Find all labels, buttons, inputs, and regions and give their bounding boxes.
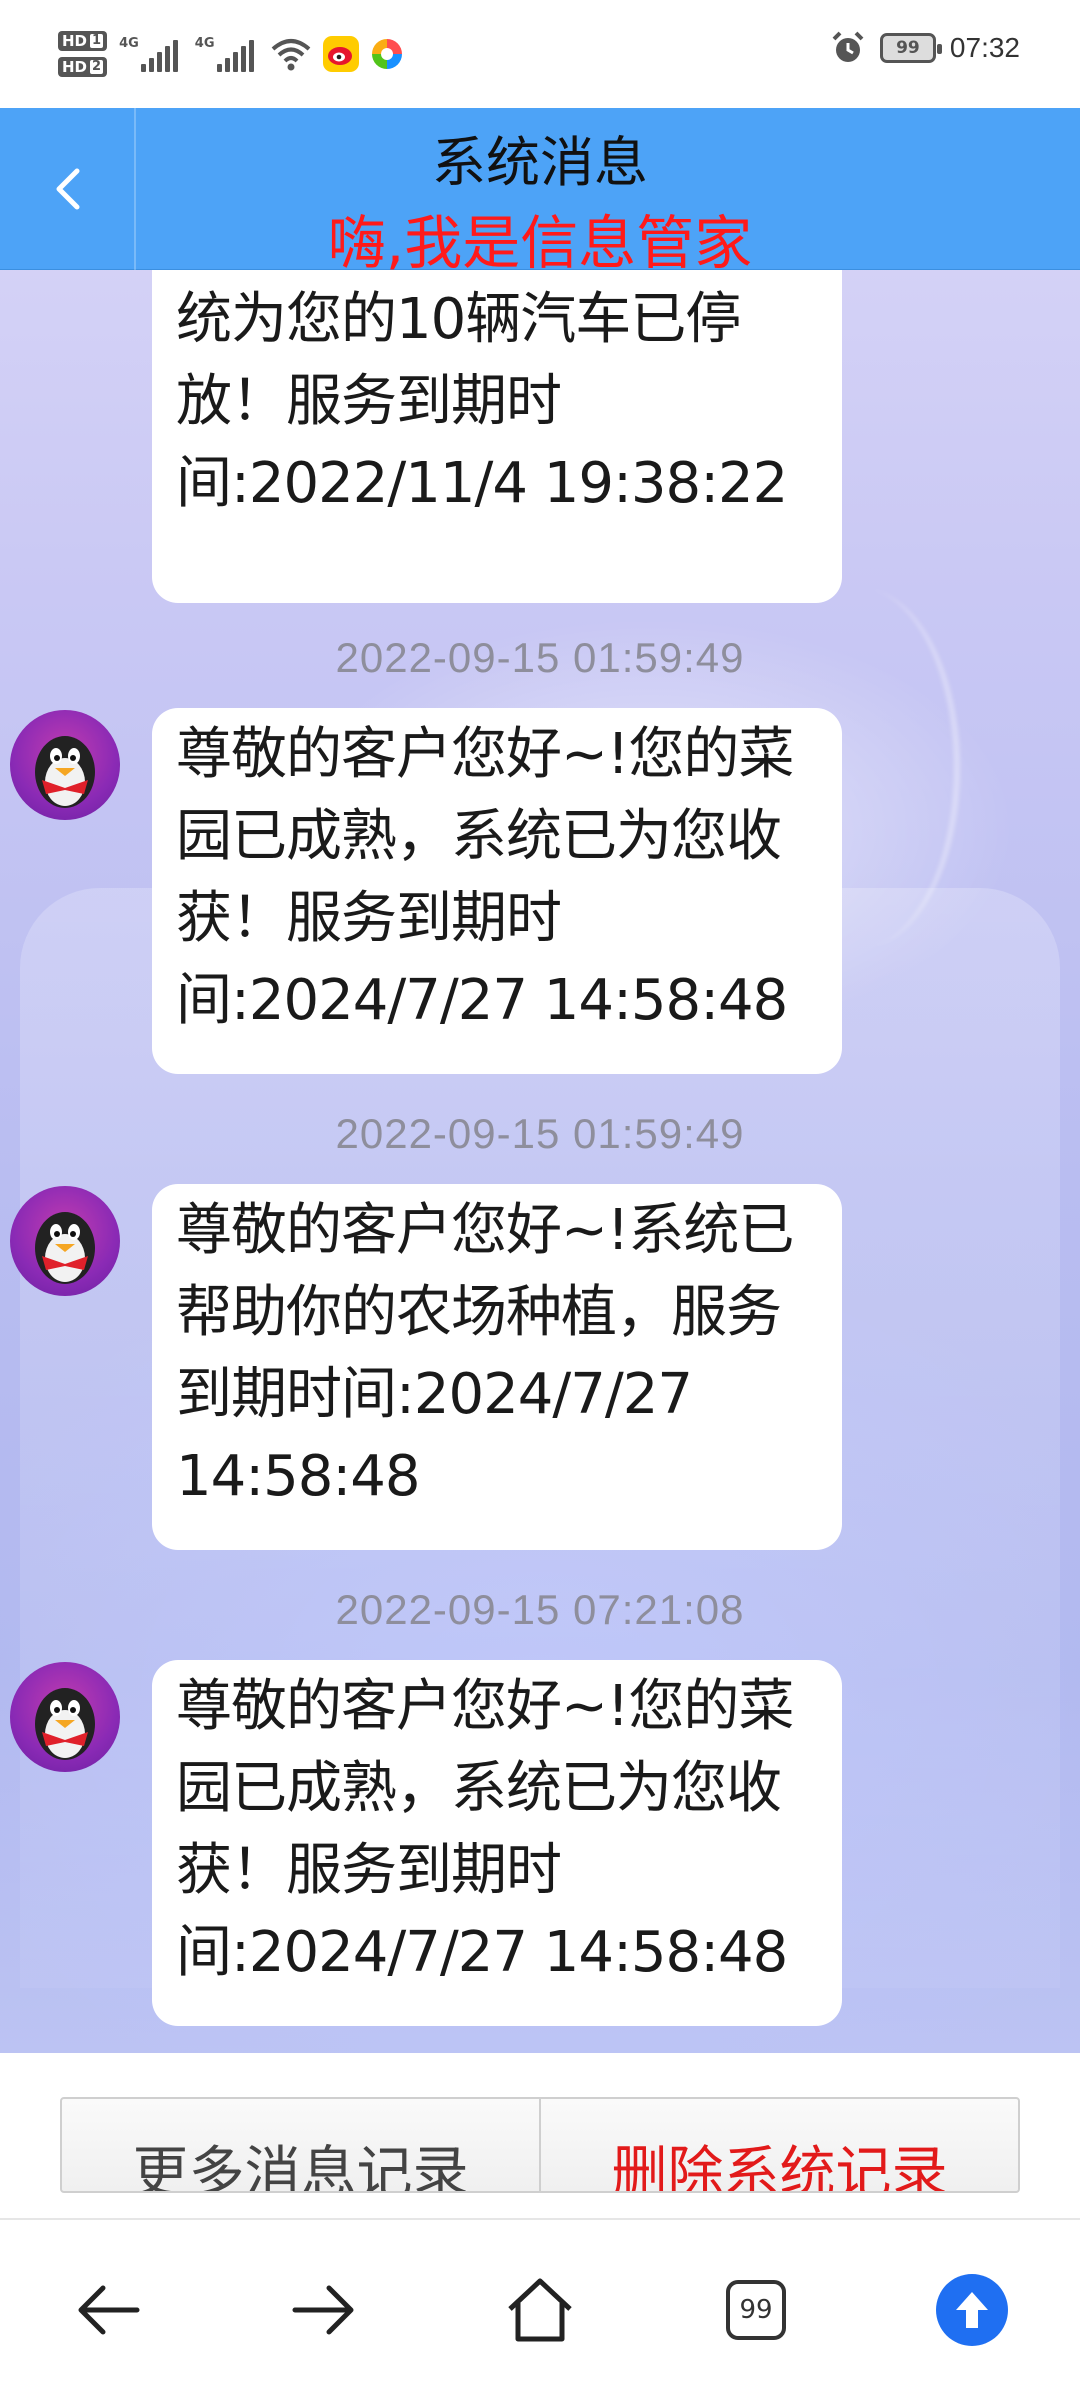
avatar[interactable]: [10, 1662, 120, 1772]
scroll-up-button[interactable]: [932, 2270, 1012, 2350]
battery-icon: 99: [879, 33, 942, 63]
chat-area[interactable]: 尊敬的客户您好~!本次系统为您的10辆汽车已停放！服务到期时间:2022/11/…: [0, 108, 1080, 2053]
hd-badge-2: HD 2: [58, 57, 108, 77]
message-timestamp: 2022-09-15 01:59:49: [335, 1110, 745, 1157]
browser-nav-bar: 99: [0, 2218, 1080, 2388]
action-button-group: 更多消息记录 删除系统记录: [60, 2097, 1020, 2193]
arrow-left-icon: [78, 2285, 140, 2335]
page-subtitle: 嗨,我是信息管家: [327, 209, 753, 277]
nav-home-button[interactable]: [500, 2270, 580, 2350]
status-left: HD 1 HD 2 4G 4G: [58, 22, 415, 86]
wifi-icon: [271, 39, 310, 71]
weibo-app-icon: [322, 36, 359, 72]
message-bubble[interactable]: 尊敬的客户您好~!您的菜园已成熟，系统已为您收获！服务到期时间:2024/7/2…: [152, 1660, 842, 2026]
battery-level: 99: [896, 38, 920, 58]
hd-indicators: HD 1 HD 2: [58, 31, 108, 77]
tabs-button[interactable]: 99: [716, 2270, 796, 2350]
nav-back-button[interactable]: [68, 2270, 148, 2350]
alarm-icon: [832, 31, 864, 62]
colorful-app-icon: [368, 36, 405, 72]
delete-system-records-button[interactable]: 删除系统记录: [541, 2099, 1018, 2191]
penguin-avatar-icon: [35, 1212, 95, 1284]
message-bubble[interactable]: 尊敬的客户您好~!系统已帮助你的农场种植，服务到期时间:2024/7/27 14…: [152, 1184, 842, 1550]
nav-forward-button[interactable]: [284, 2270, 364, 2350]
message-timestamp: 2022-09-15 07:21:08: [335, 1586, 745, 1633]
tabs-count: 99: [726, 2280, 786, 2340]
clock: 07:32: [949, 32, 1020, 63]
message-text: 尊敬的客户您好~!系统已帮助你的农场种植，服务到期时间:2024/7/27 14…: [176, 1198, 794, 1509]
action-bar: 更多消息记录 删除系统记录: [0, 2053, 1080, 2218]
message-bubble[interactable]: 尊敬的客户您好~!本次系统为您的10辆汽车已停放！服务到期时间:2022/11/…: [152, 205, 842, 603]
chat-header: 系统消息 嗨,我是信息管家: [0, 108, 1080, 277]
message-text: 尊敬的客户您好~!您的菜园已成熟，系统已为您收获！服务到期时间:2024/7/2…: [176, 1674, 794, 1985]
status-bar: HD 1 HD 2 4G 4G 99 07:32: [0, 0, 1080, 108]
penguin-avatar-icon: [35, 736, 95, 808]
hd-badge-1: HD 1: [58, 31, 108, 51]
signal-icon: 4G: [119, 36, 181, 72]
message-timestamp: 2022-09-15 01:59:49: [335, 634, 745, 681]
message-bubble[interactable]: 尊敬的客户您好~!您的菜园已成熟，系统已为您收获！服务到期时间:2024/7/2…: [152, 708, 842, 1074]
penguin-avatar-icon: [35, 1688, 95, 1760]
home-icon: [508, 2278, 572, 2342]
scroll-up-icon: [936, 2274, 1008, 2346]
avatar[interactable]: [10, 1186, 120, 1296]
more-messages-button[interactable]: 更多消息记录: [62, 2099, 541, 2191]
status-right: 99 07:32: [830, 30, 1020, 66]
arrow-right-icon: [292, 2285, 354, 2335]
signal-icon: 4G: [195, 36, 257, 72]
avatar[interactable]: [10, 710, 120, 820]
page-title: 系统消息: [432, 131, 648, 194]
message-text: 尊敬的客户您好~!您的菜园已成熟，系统已为您收获！服务到期时间:2024/7/2…: [176, 722, 794, 1033]
